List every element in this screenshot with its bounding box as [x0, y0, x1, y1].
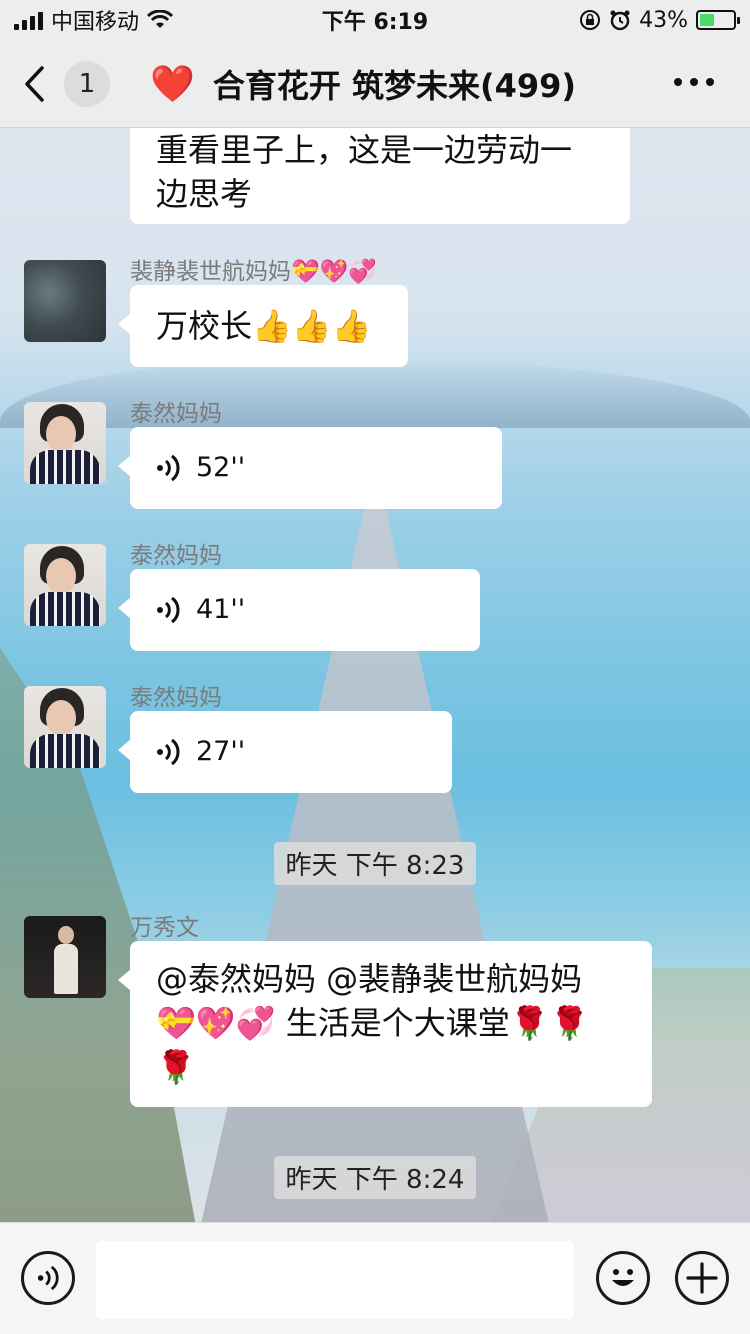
voice-message-bubble[interactable]: 41''	[118, 569, 480, 651]
heart-emoji: ❤️	[150, 64, 195, 105]
status-bar: 中国移动 下午 6:19 43%	[0, 0, 750, 40]
avatar[interactable]	[24, 686, 106, 768]
plus-icon	[686, 1262, 718, 1294]
input-bar	[0, 1222, 750, 1334]
message-bubble[interactable]: @泰然妈妈 @裴静裴世航妈妈 💝💖💞 生活是个大课堂🌹🌹 🌹	[118, 941, 652, 1107]
message-input[interactable]	[96, 1241, 574, 1319]
lock-rotation-icon	[580, 10, 601, 30]
sender-name: 泰然妈妈	[130, 401, 222, 427]
voice-input-button[interactable]	[21, 1251, 75, 1305]
timestamp: 昨天 下午 8:24	[0, 1156, 750, 1199]
voice-message-bubble[interactable]: 52''	[118, 427, 502, 509]
sender-name: 泰然妈妈	[130, 543, 222, 569]
message-list[interactable]: 重看里子上，这是一边劳动一 边思考 裴静裴世航妈妈💝💖💞 万校长👍👍👍 泰然妈妈…	[0, 128, 750, 1222]
voice-duration: 52''	[196, 452, 246, 483]
message-text-line: 重看里子上，这是一边劳动一	[156, 131, 573, 169]
message-text-line: 💝💖💞 生活是个大课堂🌹🌹	[156, 1004, 590, 1042]
battery-icon	[696, 10, 740, 30]
avatar[interactable]	[24, 916, 106, 998]
message-text-line: 🌹	[156, 1048, 196, 1086]
chat-title-group: ❤️ 合育花开 筑梦未来(499)	[150, 62, 576, 106]
voice-wave-icon	[157, 738, 180, 766]
voice-message-bubble[interactable]: 27''	[118, 711, 452, 793]
message-bubble[interactable]: 重看里子上，这是一边劳动一 边思考	[130, 128, 630, 224]
voice-wave-icon	[37, 1265, 59, 1291]
voice-duration: 41''	[196, 594, 246, 625]
voice-wave-icon	[157, 596, 180, 624]
chat-header: 1 ❤️ 合育花开 筑梦未来(499)	[0, 40, 750, 128]
plus-button[interactable]	[675, 1251, 729, 1305]
emoji-button[interactable]	[596, 1251, 650, 1305]
timestamp: 昨天 下午 8:23	[0, 842, 750, 885]
alarm-icon	[610, 10, 630, 31]
avatar[interactable]	[24, 402, 106, 484]
timestamp-label: 昨天 下午 8:24	[273, 1156, 477, 1199]
sender-name: 泰然妈妈	[130, 685, 222, 711]
back-button[interactable]	[22, 62, 62, 106]
emoji-icon	[612, 1269, 634, 1286]
message-text-line: @泰然妈妈 @裴静裴世航妈妈	[156, 960, 583, 998]
battery-fill	[700, 14, 714, 26]
message-bubble[interactable]: 万校长👍👍👍	[118, 285, 408, 367]
battery-percent: 43%	[639, 7, 688, 33]
more-icon[interactable]	[674, 78, 714, 86]
message-text: 万校长👍👍👍	[156, 307, 372, 345]
unread-count-badge[interactable]: 1	[64, 61, 110, 107]
voice-duration: 27''	[196, 736, 246, 767]
timestamp-label: 昨天 下午 8:23	[273, 842, 477, 885]
avatar[interactable]	[24, 544, 106, 626]
voice-wave-icon	[157, 454, 180, 482]
avatar[interactable]	[24, 260, 106, 342]
status-right: 43%	[579, 7, 740, 33]
sender-name: 万秀文	[130, 915, 199, 941]
message-text-line: 边思考	[156, 175, 253, 213]
group-title: 合育花开 筑梦未来(499)	[212, 67, 577, 105]
sender-name: 裴静裴世航妈妈💝💖💞	[130, 259, 377, 285]
back-chevron-icon	[25, 66, 44, 102]
